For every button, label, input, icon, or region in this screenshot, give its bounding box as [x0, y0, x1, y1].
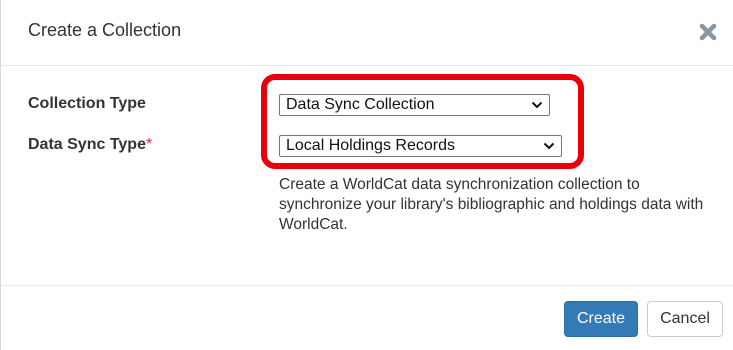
- close-button[interactable]: [697, 21, 719, 43]
- dialog-title: Create a Collection: [28, 20, 182, 40]
- data-sync-type-select[interactable]: Local Holdings Records: [279, 135, 562, 157]
- data-sync-type-selected-value: Local Holdings Records: [286, 137, 455, 154]
- cancel-button[interactable]: Cancel: [647, 301, 723, 337]
- create-button[interactable]: Create: [564, 301, 638, 337]
- close-icon: [699, 23, 717, 41]
- collection-type-select[interactable]: Data Sync Collection: [279, 94, 550, 116]
- data-sync-type-label-text: Data Sync Type: [28, 136, 146, 153]
- create-collection-dialog: Create a Collection Collection Type Data…: [0, 0, 733, 350]
- collection-type-selected-value: Data Sync Collection: [286, 96, 435, 113]
- help-text: Create a WorldCat data synchronization c…: [279, 176, 704, 233]
- dialog-header: Create a Collection: [1, 0, 733, 66]
- required-marker: *: [145, 136, 153, 153]
- chevron-down-icon: [543, 142, 555, 150]
- collection-type-label: Collection Type: [28, 95, 146, 112]
- data-sync-type-label: Data Sync Type*: [28, 136, 152, 154]
- chevron-down-icon: [531, 101, 543, 109]
- dialog-footer: Create Cancel: [1, 285, 733, 350]
